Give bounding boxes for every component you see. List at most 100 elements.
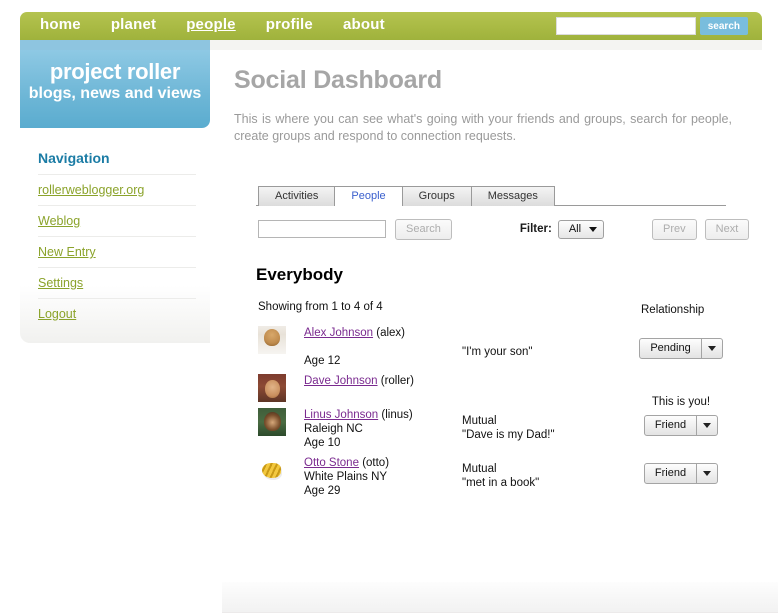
list-item: Settings (38, 267, 196, 298)
person-age: Age 10 (304, 437, 341, 449)
main-content: Social Dashboard This is where you can s… (234, 66, 764, 145)
person-username: (roller) (380, 375, 414, 387)
person-username: (otto) (362, 457, 390, 469)
sidebar-item-settings[interactable]: Settings (38, 276, 83, 290)
chevron-down-icon (589, 226, 598, 232)
page-description: This is where you can see what's going w… (234, 112, 732, 143)
person-quote: "I'm your son" (462, 346, 533, 358)
person-info: Alex Johnson (alex) Age 12 (304, 326, 405, 368)
person-info: Dave Johnson (roller) (304, 374, 414, 388)
person-location: Raleigh NC (304, 423, 363, 435)
person-age: Age 12 (304, 355, 341, 367)
table-row: Linus Johnson (linus) Raleigh NC Age 10 … (256, 408, 726, 456)
table-row: Otto Stone (otto) White Plains NY Age 29… (256, 456, 726, 504)
person-info: Linus Johnson (linus) Raleigh NC Age 10 (304, 408, 413, 450)
main-nav: home planet people profile about (40, 16, 385, 33)
next-button[interactable]: Next (704, 218, 750, 240)
sidebar-navigation-box: Navigation rollerweblogger.org Weblog Ne… (20, 138, 210, 343)
person-name-link[interactable]: Dave Johnson (304, 375, 378, 387)
sidebar: project roller blogs, news and views (20, 50, 210, 128)
table-row: Dave Johnson (roller) This is you! (256, 374, 726, 408)
header-search-button[interactable]: search (699, 17, 748, 35)
showing-count: Showing from 1 to 4 of 4 (258, 301, 383, 313)
relationship-action: Friend (636, 463, 726, 484)
list-item: New Entry (38, 236, 196, 267)
filter-selected-value: All (568, 223, 582, 235)
list-item: Logout (38, 298, 196, 329)
person-username: (alex) (376, 327, 406, 339)
sidebar-item-logout[interactable]: Logout (38, 307, 76, 321)
search-input[interactable] (258, 220, 386, 238)
footer-band (222, 582, 778, 613)
brand-banner: project roller blogs, news and views (20, 50, 210, 128)
dropdown-toggle[interactable] (696, 416, 717, 435)
nav-item-home[interactable]: home (40, 16, 81, 33)
dropdown-toggle[interactable] (700, 339, 722, 358)
page-root: home planet people profile about search … (0, 0, 778, 613)
dropdown-toggle[interactable] (696, 464, 717, 483)
person-message: "I'm your son" (462, 345, 532, 359)
avatar[interactable] (258, 326, 286, 354)
relationship-status-label: Friend (654, 467, 687, 479)
avatar[interactable] (258, 408, 286, 436)
person-name-link[interactable]: Alex Johnson (304, 327, 373, 339)
relationship-split-button[interactable]: Pending (639, 338, 723, 359)
person-quote: "Dave is my Dad!" (462, 429, 555, 441)
tab-messages[interactable]: Messages (470, 186, 555, 206)
caret-down-icon (703, 423, 712, 428)
nav-item-planet[interactable]: planet (111, 16, 156, 33)
sidebar-item-new-entry[interactable]: New Entry (38, 245, 96, 259)
filter-dropdown[interactable]: All (557, 219, 605, 239)
person-relationship: Mutual (462, 463, 497, 475)
header-search-group: search (555, 17, 748, 35)
list-item: Weblog (38, 205, 196, 236)
tab-people[interactable]: People (334, 186, 403, 206)
nav-item-about[interactable]: about (343, 16, 385, 33)
person-name-link[interactable]: Linus Johnson (304, 409, 378, 421)
sidebar-nav-list: rollerweblogger.org Weblog New Entry Set… (20, 174, 210, 329)
person-message: Mutual "met in a book" (462, 462, 539, 490)
sidebar-item-rollerweblogger[interactable]: rollerweblogger.org (38, 183, 144, 197)
avatar[interactable] (258, 374, 286, 402)
subheader-accent (20, 40, 210, 50)
person-username: (linus) (381, 409, 413, 421)
people-list: Alex Johnson (alex) Age 12 "I'm your son… (256, 326, 726, 504)
navigation-heading: Navigation (38, 150, 110, 166)
tab-bar: Activities People Groups Messages (256, 186, 726, 206)
prev-button[interactable]: Prev (652, 218, 697, 240)
subheader-strip (20, 40, 762, 50)
avatar[interactable] (258, 456, 286, 484)
tab-activities[interactable]: Activities (258, 186, 336, 206)
brand-title: project roller (49, 59, 181, 84)
table-row: Alex Johnson (alex) Age 12 "I'm your son… (256, 326, 726, 374)
nav-item-profile[interactable]: profile (266, 16, 313, 33)
person-quote: "met in a book" (462, 477, 540, 489)
header-search-input[interactable] (555, 17, 696, 35)
person-name-link[interactable]: Otto Stone (304, 457, 359, 469)
relationship-split-button[interactable]: Friend (643, 463, 719, 484)
person-message: Mutual "Dave is my Dad!" (462, 414, 555, 442)
caret-down-icon (707, 346, 716, 351)
person-location: White Plains NY (304, 471, 388, 483)
nav-item-people[interactable]: people (186, 16, 236, 33)
section-title: Everybody (256, 265, 343, 284)
relationship-action: Pending (636, 338, 726, 359)
list-item: rollerweblogger.org (38, 174, 196, 205)
people-toolbar: Search Filter: All Prev Next (258, 217, 750, 241)
relationship-column-header: Relationship (641, 304, 705, 316)
relationship-action: Friend (636, 415, 726, 436)
page-title: Social Dashboard (234, 66, 442, 94)
sidebar-item-weblog[interactable]: Weblog (38, 214, 80, 228)
tab-groups[interactable]: Groups (401, 186, 472, 206)
relationship-status-label: Friend (654, 419, 687, 431)
person-relationship: Mutual (462, 415, 497, 427)
search-button[interactable]: Search (395, 218, 452, 240)
person-age: Age 29 (304, 485, 341, 497)
this-is-you-label: This is you! (651, 396, 711, 408)
top-navigation-bar: home planet people profile about search (20, 12, 762, 40)
filter-label: Filter: (519, 223, 552, 235)
pagination-controls: Prev Next (652, 218, 750, 240)
relationship-status-label: Pending (650, 342, 691, 354)
relationship-split-button[interactable]: Friend (643, 415, 719, 436)
brand-subtitle: blogs, news and views (28, 85, 202, 102)
